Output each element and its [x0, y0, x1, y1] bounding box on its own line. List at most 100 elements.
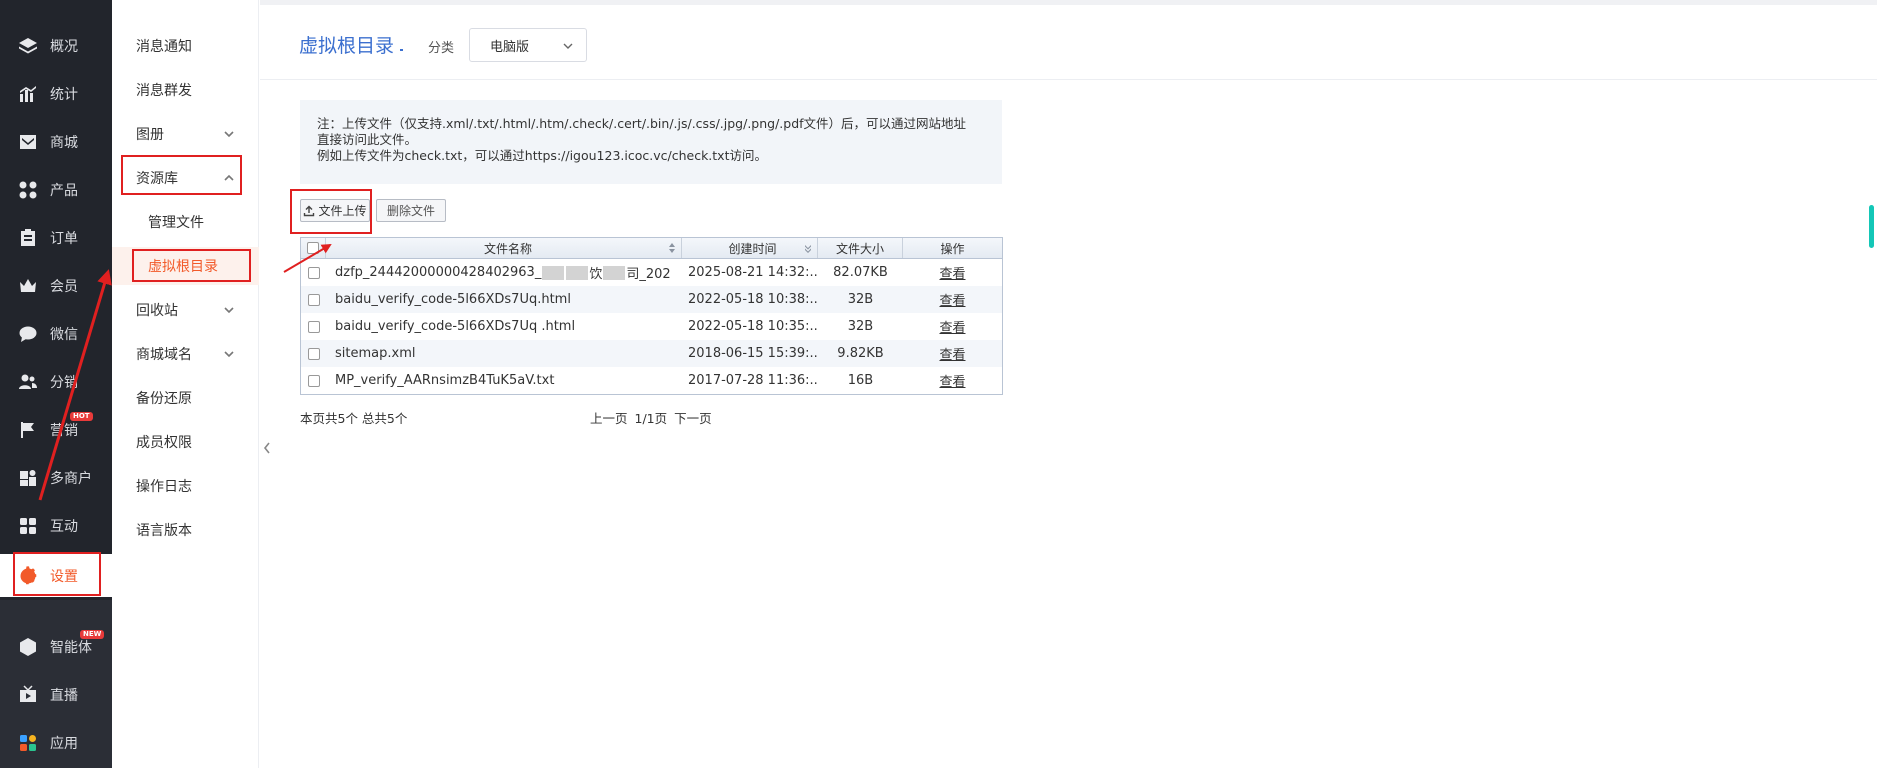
- select-all-checkbox[interactable]: [307, 242, 319, 254]
- subnav-item-album[interactable]: 图册: [112, 115, 259, 153]
- nav-item-label: 营销: [50, 423, 78, 439]
- subnav-item-mall-domain[interactable]: 商城域名: [112, 335, 259, 373]
- nav-item-label: 商城: [50, 135, 78, 151]
- subnav-item-manage-files[interactable]: 管理文件: [112, 203, 259, 241]
- notice-line: 注：上传文件（仅支持.xml/.txt/.html/.htm/.check/.c…: [317, 116, 967, 131]
- subnav-item-label: 消息群发: [136, 83, 192, 99]
- chevron-down-icon: [223, 128, 235, 140]
- row-checkbox[interactable]: [307, 320, 320, 333]
- nav-item-marketing[interactable]: 营销 HOT: [0, 410, 112, 450]
- nav-item-interaction[interactable]: 互动: [0, 506, 112, 546]
- sort-icon: [668, 242, 676, 254]
- subnav-item-label: 备份还原: [136, 391, 192, 407]
- annotation-box-virtual-root: [132, 249, 251, 282]
- column-header-label: 操作: [940, 241, 965, 256]
- subnav-item-backup-restore[interactable]: 备份还原: [112, 379, 259, 417]
- nav-item-label: 多商户: [50, 471, 92, 487]
- category-select-value: 电脑版: [490, 39, 530, 55]
- column-header-created[interactable]: 创建时间: [682, 238, 818, 258]
- notice-line: 例如上传文件为check.txt，可以通过https://igou123.ico…: [317, 148, 767, 163]
- file-name-cell: sitemap.xml: [335, 346, 416, 361]
- crown-icon: [17, 275, 39, 297]
- collapse-sidebar-icon[interactable]: [262, 440, 272, 454]
- subnav-item-label: 图册: [136, 127, 164, 143]
- nav-item-ai-agent[interactable]: 智能体 NEW: [0, 627, 112, 667]
- view-link[interactable]: 查看: [939, 344, 965, 363]
- category-select[interactable]: 电脑版: [469, 28, 587, 62]
- settings-subnav: 消息通知 消息群发 图册 资源库 管理文件 虚拟根目录 回收站 商城域名 备份还…: [112, 0, 259, 768]
- redacted-block: [603, 265, 626, 280]
- subnav-item-recycle-bin[interactable]: 回收站: [112, 291, 259, 329]
- nav-item-label: 产品: [50, 183, 78, 199]
- tv-icon: [17, 684, 39, 706]
- column-header-size[interactable]: 文件大小: [818, 238, 903, 258]
- chevron-down-icon: [562, 40, 574, 52]
- row-select-cell: [301, 266, 326, 279]
- view-link[interactable]: 查看: [939, 317, 965, 336]
- chart-icon: [17, 83, 39, 105]
- row-select-cell: [301, 347, 326, 360]
- subnav-item-message-notify[interactable]: 消息通知: [112, 27, 259, 65]
- prev-page-link[interactable]: 上一页: [590, 411, 628, 426]
- annotation-box-resource-library: [121, 155, 242, 195]
- nav-item-live[interactable]: 直播: [0, 675, 112, 715]
- action-cell: 查看: [903, 263, 1002, 282]
- page-title: 虚拟根目录: [299, 35, 395, 57]
- nav-item-wechat[interactable]: 微信: [0, 314, 112, 354]
- action-cell: 查看: [903, 290, 1002, 309]
- file-name-part: 司_202: [626, 267, 671, 282]
- row-select-cell: [301, 320, 326, 333]
- nav-item-multi-merchant[interactable]: 多商户: [0, 458, 112, 498]
- nav-item-products[interactable]: 产品: [0, 170, 112, 210]
- subnav-item-operation-log[interactable]: 操作日志: [112, 467, 259, 505]
- title-divider: [400, 49, 403, 51]
- view-link[interactable]: 查看: [939, 290, 965, 309]
- nav-item-overview[interactable]: 概况: [0, 26, 112, 66]
- subnav-item-language-version[interactable]: 语言版本: [112, 511, 259, 549]
- column-header-label: 文件大小: [835, 241, 884, 256]
- apps-color-icon: [17, 732, 39, 754]
- subnav-item-label: 成员权限: [136, 435, 192, 451]
- size-cell: 9.82KB: [837, 346, 884, 361]
- column-header-action: 操作: [903, 238, 1002, 258]
- table-row[interactable]: MP_verify_AARnsimzB4TuK5aV.txt 2017-07-2…: [301, 367, 1002, 394]
- nav-item-label: 概况: [50, 39, 78, 55]
- subnav-item-message-broadcast[interactable]: 消息群发: [112, 71, 259, 109]
- created-cell: 2022-05-18 10:35:...: [688, 319, 818, 334]
- nav-item-members[interactable]: 会员: [0, 266, 112, 306]
- view-link[interactable]: 查看: [939, 263, 965, 282]
- chevron-down-icon: [223, 348, 235, 360]
- subnav-item-member-permissions[interactable]: 成员权限: [112, 423, 259, 461]
- nav-item-label: 订单: [50, 231, 78, 247]
- nav-item-statistics[interactable]: 统计: [0, 74, 112, 114]
- table-row[interactable]: dzfp_24442000000428402963_ 饮 司_202 2025-08…: [301, 259, 1002, 286]
- nav-item-label: 应用: [50, 736, 78, 752]
- next-page-link[interactable]: 下一页: [674, 411, 712, 426]
- annotation-box-upload: [290, 189, 372, 234]
- annotation-box-settings: [13, 552, 101, 596]
- file-name-cell: baidu_verify_code-5l66XDs7Uq.html: [335, 292, 571, 307]
- nav-item-mall[interactable]: 商城: [0, 122, 112, 162]
- subnav-item-label: 消息通知: [136, 39, 192, 55]
- chevron-down-icon: [223, 304, 235, 316]
- delete-file-button[interactable]: 删除文件: [376, 199, 446, 222]
- nav-item-distribution[interactable]: 分销: [0, 362, 112, 402]
- scrollbar[interactable]: [1869, 205, 1874, 248]
- table-row[interactable]: baidu_verify_code-5l66XDs7Uq.html 2022-0…: [301, 286, 1002, 313]
- column-header-name[interactable]: 文件名称: [326, 238, 682, 258]
- row-checkbox[interactable]: [307, 293, 320, 306]
- nav-item-orders[interactable]: 订单: [0, 218, 112, 258]
- view-link[interactable]: 查看: [939, 371, 965, 390]
- table-row[interactable]: baidu_verify_code-5l66XDs7Uq .html 2022-…: [301, 313, 1002, 340]
- nav-item-apps[interactable]: 应用: [0, 723, 112, 763]
- nav-item-label: 直播: [50, 688, 78, 704]
- row-checkbox[interactable]: [307, 374, 320, 387]
- table-row[interactable]: sitemap.xml 2018-06-15 15:39:... 9.82KB …: [301, 340, 1002, 367]
- redacted-block: [542, 265, 565, 280]
- redacted-block: [566, 265, 589, 280]
- size-cell: 32B: [847, 292, 874, 307]
- column-header-label: 文件名称: [483, 241, 532, 256]
- file-name-cell: MP_verify_AARnsimzB4TuK5aV.txt: [335, 373, 555, 388]
- row-checkbox[interactable]: [307, 347, 320, 360]
- row-checkbox[interactable]: [307, 266, 320, 279]
